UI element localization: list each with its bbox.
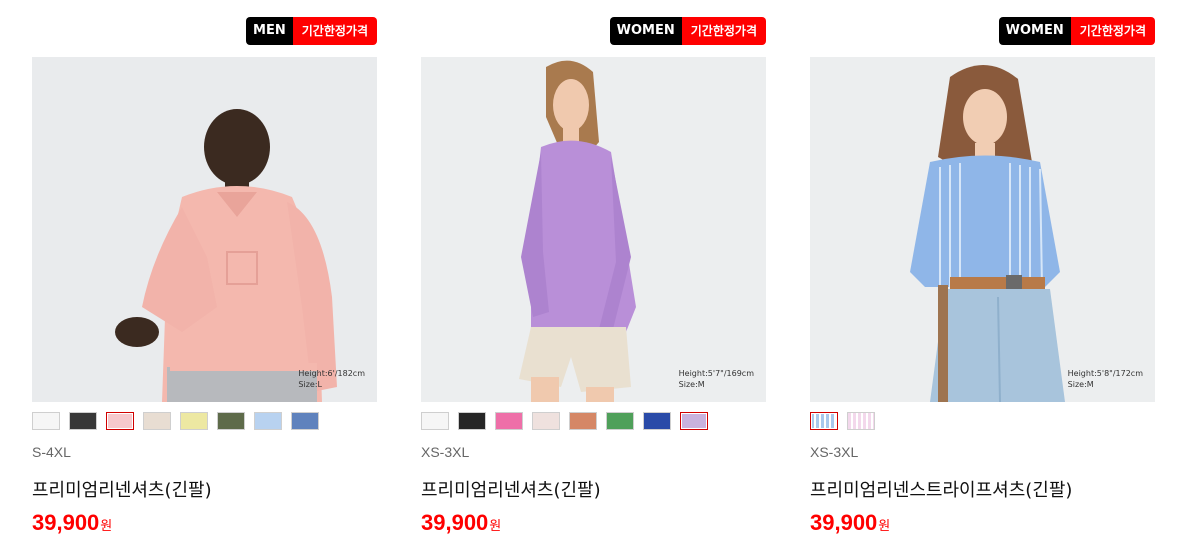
gender-badge: WOMEN bbox=[998, 17, 1071, 45]
model-info: Height:6'/182cm Size:L bbox=[298, 368, 365, 390]
size-range: XS-3XL bbox=[421, 444, 470, 460]
model-info: Height:5'8"/172cm Size:M bbox=[1068, 368, 1143, 390]
product-name[interactable]: 프리미엄리넨셔츠(긴팔) bbox=[421, 476, 601, 502]
badge-group: WOMEN 기간한정가격 bbox=[609, 17, 766, 45]
color-swatch[interactable] bbox=[532, 412, 560, 430]
color-swatch[interactable] bbox=[458, 412, 486, 430]
color-swatch[interactable] bbox=[569, 412, 597, 430]
model-height: Height:5'8"/172cm bbox=[1067, 369, 1143, 378]
size-range: XS-3XL bbox=[810, 444, 859, 460]
gender-badge: WOMEN bbox=[609, 17, 682, 45]
color-swatch[interactable] bbox=[69, 412, 97, 430]
product-card[interactable]: WOMEN 기간한정가격 Height:5'8"/172cm Size:M XS… bbox=[810, 0, 1155, 556]
color-swatches bbox=[810, 412, 875, 430]
model-height: Height:6'/182cm bbox=[298, 369, 365, 378]
price-amount: 39,900 bbox=[32, 510, 100, 535]
product-image[interactable]: Height:5'7"/169cm Size:M bbox=[421, 57, 766, 402]
product-price: 39,900원 bbox=[421, 510, 501, 536]
product-price: 39,900원 bbox=[32, 510, 112, 536]
badge-group: WOMEN 기간한정가격 bbox=[998, 17, 1155, 45]
model-info: Height:5'7"/169cm Size:M bbox=[679, 368, 754, 390]
model-size: Size:L bbox=[298, 380, 322, 389]
color-swatch[interactable] bbox=[495, 412, 523, 430]
color-swatch[interactable] bbox=[32, 412, 60, 430]
product-card[interactable]: WOMEN 기간한정가격 Height:5'7"/169cm Size:M XS… bbox=[421, 0, 766, 556]
gender-badge: MEN bbox=[246, 17, 293, 45]
color-swatch[interactable] bbox=[606, 412, 634, 430]
sale-badge: 기간한정가격 bbox=[1070, 17, 1155, 45]
model-size: Size:M bbox=[1067, 380, 1094, 389]
sale-badge: 기간한정가격 bbox=[681, 17, 766, 45]
badge-group: MEN 기간한정가격 bbox=[246, 17, 377, 45]
color-swatch[interactable] bbox=[106, 412, 134, 430]
color-swatch[interactable] bbox=[217, 412, 245, 430]
color-swatch[interactable] bbox=[180, 412, 208, 430]
color-swatch[interactable] bbox=[643, 412, 671, 430]
color-swatch[interactable] bbox=[810, 412, 838, 430]
price-amount: 39,900 bbox=[810, 510, 878, 535]
product-name[interactable]: 프리미엄리넨셔츠(긴팔) bbox=[32, 476, 212, 502]
color-swatch[interactable] bbox=[421, 412, 449, 430]
color-swatches bbox=[421, 412, 708, 430]
product-name[interactable]: 프리미엄리넨스트라이프셔츠(긴팔) bbox=[810, 476, 1072, 502]
color-swatch[interactable] bbox=[254, 412, 282, 430]
price-amount: 39,900 bbox=[421, 510, 489, 535]
color-swatches bbox=[32, 412, 319, 430]
price-currency: 원 bbox=[489, 518, 502, 533]
color-swatch[interactable] bbox=[143, 412, 171, 430]
product-image[interactable]: Height:5'8"/172cm Size:M bbox=[810, 57, 1155, 402]
product-card[interactable]: MEN 기간한정가격 Height:6'/182cm Size:L S-4XL … bbox=[32, 0, 377, 556]
sale-badge: 기간한정가격 bbox=[292, 17, 377, 45]
product-price: 39,900원 bbox=[810, 510, 890, 536]
product-image[interactable]: Height:6'/182cm Size:L bbox=[32, 57, 377, 402]
color-swatch[interactable] bbox=[291, 412, 319, 430]
color-swatch[interactable] bbox=[847, 412, 875, 430]
model-height: Height:5'7"/169cm bbox=[678, 369, 754, 378]
price-currency: 원 bbox=[100, 518, 113, 533]
size-range: S-4XL bbox=[32, 444, 71, 460]
price-currency: 원 bbox=[878, 518, 891, 533]
model-size: Size:M bbox=[678, 380, 705, 389]
color-swatch[interactable] bbox=[680, 412, 708, 430]
